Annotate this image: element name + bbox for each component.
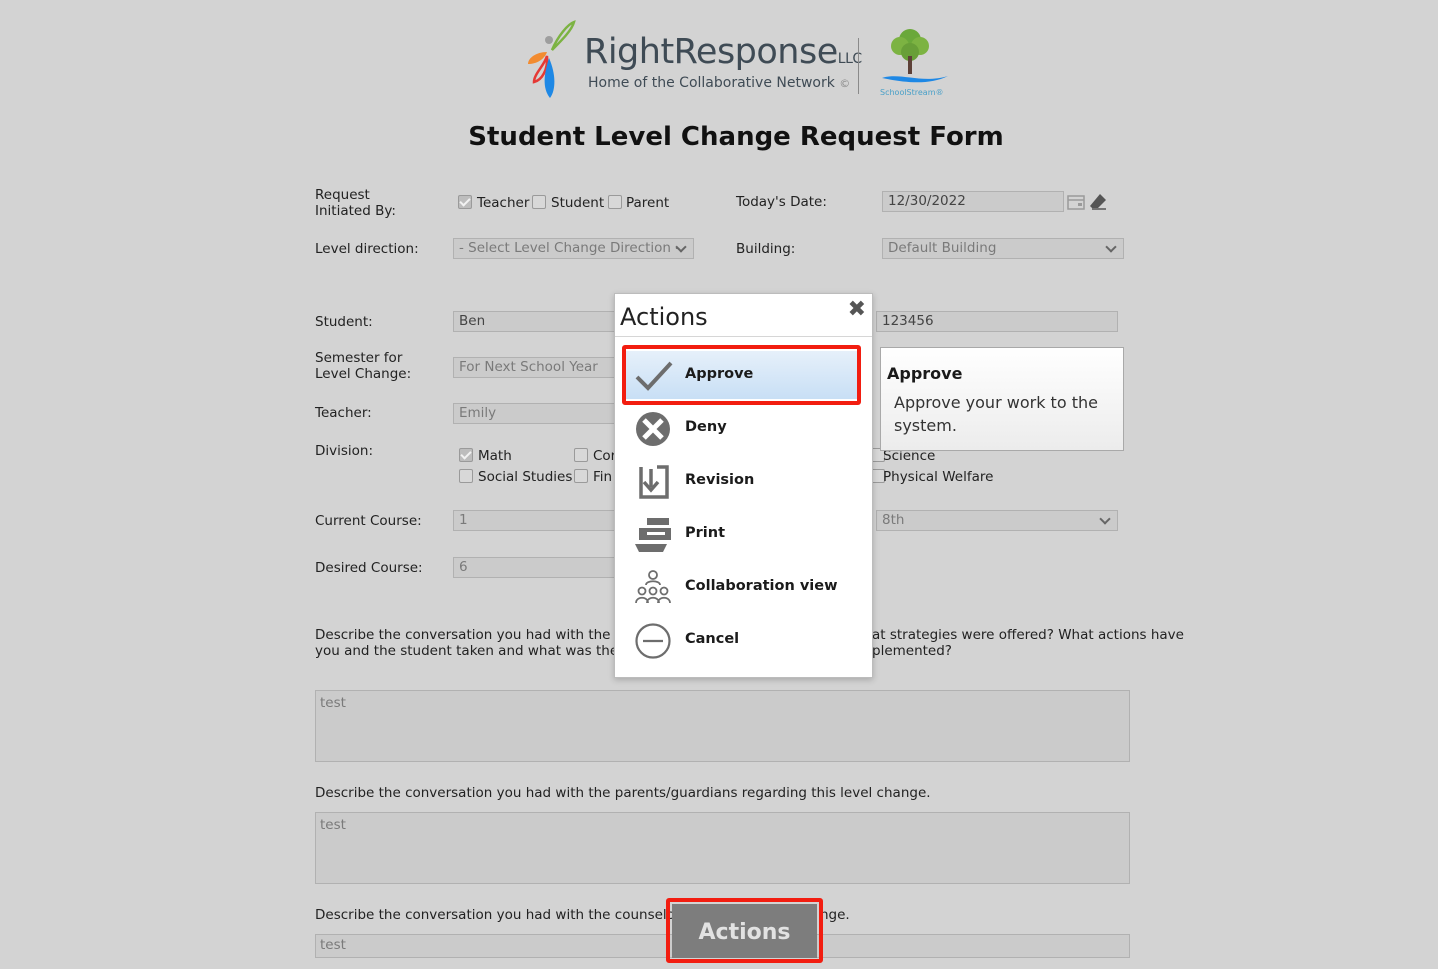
collaboration-view-action-label: Collaboration view — [685, 578, 838, 594]
desired-course-field[interactable]: 6 — [453, 557, 623, 578]
header-logo: RightResponseLLC Home of the Collaborati… — [520, 18, 960, 102]
division-label: Division: — [315, 443, 374, 459]
rightresponse-logo-icon — [528, 20, 576, 98]
question-counselor-conversation-left: Describe the conversation you had with t… — [315, 907, 681, 923]
student-label: Student: — [315, 314, 373, 330]
level-direction-label: Level direction: — [315, 241, 419, 257]
physical-welfare-checkbox-label: Physical Welfare — [883, 469, 994, 485]
desired-course-label: Desired Course: — [315, 560, 423, 576]
brand-tagline: Home of the Collaborative Network — [588, 75, 835, 91]
fine-arts-checkbox-label: Fin — [593, 469, 613, 485]
current-course-field[interactable]: 1 — [453, 510, 623, 531]
student-checkbox-label: Student — [551, 195, 605, 211]
calendar-icon[interactable] — [1067, 194, 1085, 210]
question-student-conversation-right: at strategies were offered? What actions… — [872, 627, 1184, 659]
student-conversation-textarea[interactable]: test — [315, 690, 1130, 762]
deny-icon — [636, 412, 670, 446]
approve-highlight-frame — [622, 345, 861, 405]
actions-button-highlight-frame — [666, 898, 823, 963]
parent-checkbox[interactable] — [608, 195, 622, 209]
schoolstream-tree-icon — [882, 29, 948, 83]
core-checkbox-label: Cor — [593, 448, 617, 464]
eraser-icon[interactable] — [1088, 192, 1108, 210]
printer-icon — [635, 518, 671, 552]
deny-action-label: Deny — [685, 419, 727, 435]
student-checkbox[interactable] — [532, 195, 546, 209]
brand-name: RightResponse — [584, 32, 838, 72]
current-course-label: Current Course: — [315, 513, 422, 529]
student-field[interactable]: Ben — [453, 311, 623, 332]
level-direction-select[interactable]: - Select Level Change Direction - — [453, 238, 694, 259]
popup-divider — [615, 336, 872, 337]
print-action-label: Print — [685, 525, 726, 541]
teacher-checkbox-label: Teacher — [477, 195, 530, 211]
question-student-conversation-left: Describe the conversation you had with t… — [315, 627, 628, 659]
tooltip-title: Approve — [887, 364, 963, 383]
grade-select[interactable]: 8th — [876, 510, 1118, 531]
question-parent-conversation: Describe the conversation you had with t… — [315, 785, 931, 801]
core-checkbox[interactable] — [574, 448, 588, 462]
semester-label: Semester for Level Change: — [315, 350, 412, 382]
question-counselor-conversation-right: nge. — [820, 907, 850, 923]
todays-date-label: Today's Date: — [736, 194, 827, 210]
teacher-checkbox[interactable] — [458, 195, 472, 209]
partner-mark: ® — [935, 88, 944, 97]
teacher-label: Teacher: — [315, 405, 372, 421]
print-action[interactable]: Print — [625, 510, 861, 558]
todays-date-field[interactable]: 12/30/2022 — [882, 191, 1064, 212]
teacher-field[interactable]: Emily — [453, 403, 623, 424]
fine-arts-checkbox[interactable] — [574, 469, 588, 483]
collaboration-icon — [635, 570, 671, 604]
close-icon[interactable]: ✖ — [848, 297, 866, 323]
brand-registered-mark: © — [839, 77, 851, 90]
partner-name: SchoolStream — [880, 88, 936, 97]
approve-tooltip: Approve Approve your work to the system. — [880, 347, 1124, 451]
social-studies-checkbox[interactable] — [459, 469, 473, 483]
request-initiated-label: Request Initiated By: — [315, 187, 396, 219]
student-id-field[interactable]: 123456 — [876, 311, 1118, 332]
math-checkbox[interactable] — [459, 448, 473, 462]
actions-popup-title: Actions — [620, 303, 708, 331]
revision-action[interactable]: Revision — [625, 457, 861, 505]
building-label: Building: — [736, 241, 796, 257]
cancel-action[interactable]: Cancel — [625, 616, 861, 664]
cancel-action-label: Cancel — [685, 631, 740, 647]
building-select[interactable]: Default Building — [882, 238, 1124, 259]
revision-icon — [639, 465, 669, 499]
collaboration-view-action[interactable]: Collaboration view — [625, 563, 861, 611]
tooltip-body: Approve your work to the system. — [894, 393, 1098, 435]
revision-action-label: Revision — [685, 472, 755, 488]
cancel-icon — [635, 623, 671, 659]
parent-conversation-textarea[interactable]: test — [315, 812, 1130, 884]
semester-select[interactable]: For Next School Year — [453, 357, 623, 378]
parent-checkbox-label: Parent — [626, 195, 670, 211]
deny-action[interactable]: Deny — [625, 404, 861, 452]
page-title: Student Level Change Request Form — [468, 122, 1004, 152]
math-checkbox-label: Math — [478, 448, 512, 464]
social-studies-checkbox-label: Social Studies — [478, 469, 573, 485]
logo-divider — [858, 38, 859, 94]
